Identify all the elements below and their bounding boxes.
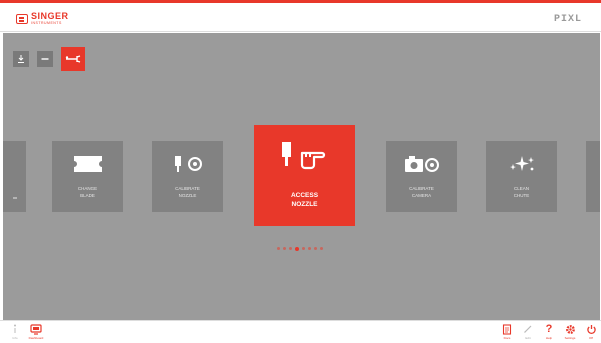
info-icon — [14, 324, 16, 333]
calibrate-camera-label: CALIBRATE CAMERA — [409, 186, 434, 198]
help-icon: ? — [545, 323, 553, 335]
dashboard-button[interactable]: Dashboard — [27, 323, 45, 340]
access-nozzle-label: ACCESS NOZZLE — [290, 192, 319, 208]
minus-icon — [41, 58, 49, 60]
carousel-card-partial-right[interactable] — [586, 141, 600, 212]
help-button[interactable]: ? Help — [540, 323, 558, 340]
pagination-dot[interactable] — [308, 247, 311, 250]
blade-icon — [73, 156, 102, 172]
pagination-dot[interactable] — [314, 247, 317, 250]
singer-logo: SINGER INSTRUMENTS — [16, 12, 69, 26]
gear-icon — [565, 324, 575, 334]
clean-chute-card[interactable]: CLEAN CHUTE — [486, 141, 557, 212]
singer-logo-icon — [16, 14, 28, 24]
product-logo: PIXL — [554, 14, 583, 25]
pagination-dot[interactable] — [289, 247, 292, 250]
edit-button[interactable]: Edit — [519, 323, 537, 340]
minimize-button[interactable] — [37, 51, 53, 67]
change-blade-label: CHANGE BLADE — [77, 186, 98, 198]
change-blade-card[interactable]: CHANGE BLADE — [52, 141, 123, 212]
brand-name: SINGER — [31, 11, 69, 22]
power-button[interactable]: Off — [582, 323, 600, 340]
maintenance-panel: CHANGE BLADE CALIBRATE NOZZLE ACCESS NOZ… — [3, 33, 600, 320]
carousel-pagination — [277, 246, 323, 251]
download-button[interactable] — [13, 51, 29, 67]
pencil-icon — [524, 325, 532, 333]
info-label: Info — [12, 336, 18, 340]
download-icon — [18, 55, 24, 63]
settings-button[interactable]: Settings — [561, 323, 579, 340]
help-label: Help — [545, 336, 553, 340]
calibrate-nozzle-card[interactable]: CALIBRATE NOZZLE — [152, 141, 223, 212]
pagination-dot[interactable] — [277, 247, 280, 250]
carousel-card-partial-left[interactable] — [3, 141, 26, 212]
monitor-icon — [30, 323, 42, 335]
info-button[interactable]: Info — [6, 323, 24, 340]
pagination-dot[interactable] — [295, 246, 299, 251]
app-header: SINGER INSTRUMENTS PIXL — [0, 3, 601, 32]
app-footer: Info Dashboard Docs Edit ? Help Settings… — [0, 320, 601, 343]
pagination-dot[interactable] — [302, 247, 305, 250]
swab-tool-icon — [65, 55, 81, 63]
clean-chute-label: CLEAN CHUTE — [513, 186, 530, 198]
settings-label: Settings — [564, 336, 576, 340]
calibrate-camera-card[interactable]: CALIBRATE CAMERA — [386, 141, 457, 212]
nozzle-hand-icon — [281, 142, 325, 170]
camera-target-icon — [404, 156, 439, 172]
calibrate-nozzle-label: CALIBRATE NOZZLE — [175, 186, 200, 198]
document-icon — [502, 323, 512, 335]
swab-tool-button[interactable] — [61, 47, 85, 71]
edit-label: Edit — [525, 336, 531, 340]
power-label: Off — [589, 336, 593, 340]
sparkle-icon — [509, 156, 534, 171]
dashboard-label: Dashboard — [28, 336, 44, 340]
power-icon — [586, 324, 596, 334]
brand-subtitle: INSTRUMENTS — [31, 21, 62, 26]
access-nozzle-card[interactable]: ACCESS NOZZLE — [254, 125, 355, 226]
nozzle-target-icon — [174, 156, 202, 172]
docs-button[interactable]: Docs — [498, 323, 516, 340]
pagination-dot[interactable] — [283, 247, 286, 250]
pagination-dot[interactable] — [320, 247, 323, 250]
docs-label: Docs — [503, 336, 511, 340]
chevron-icon — [13, 197, 17, 199]
